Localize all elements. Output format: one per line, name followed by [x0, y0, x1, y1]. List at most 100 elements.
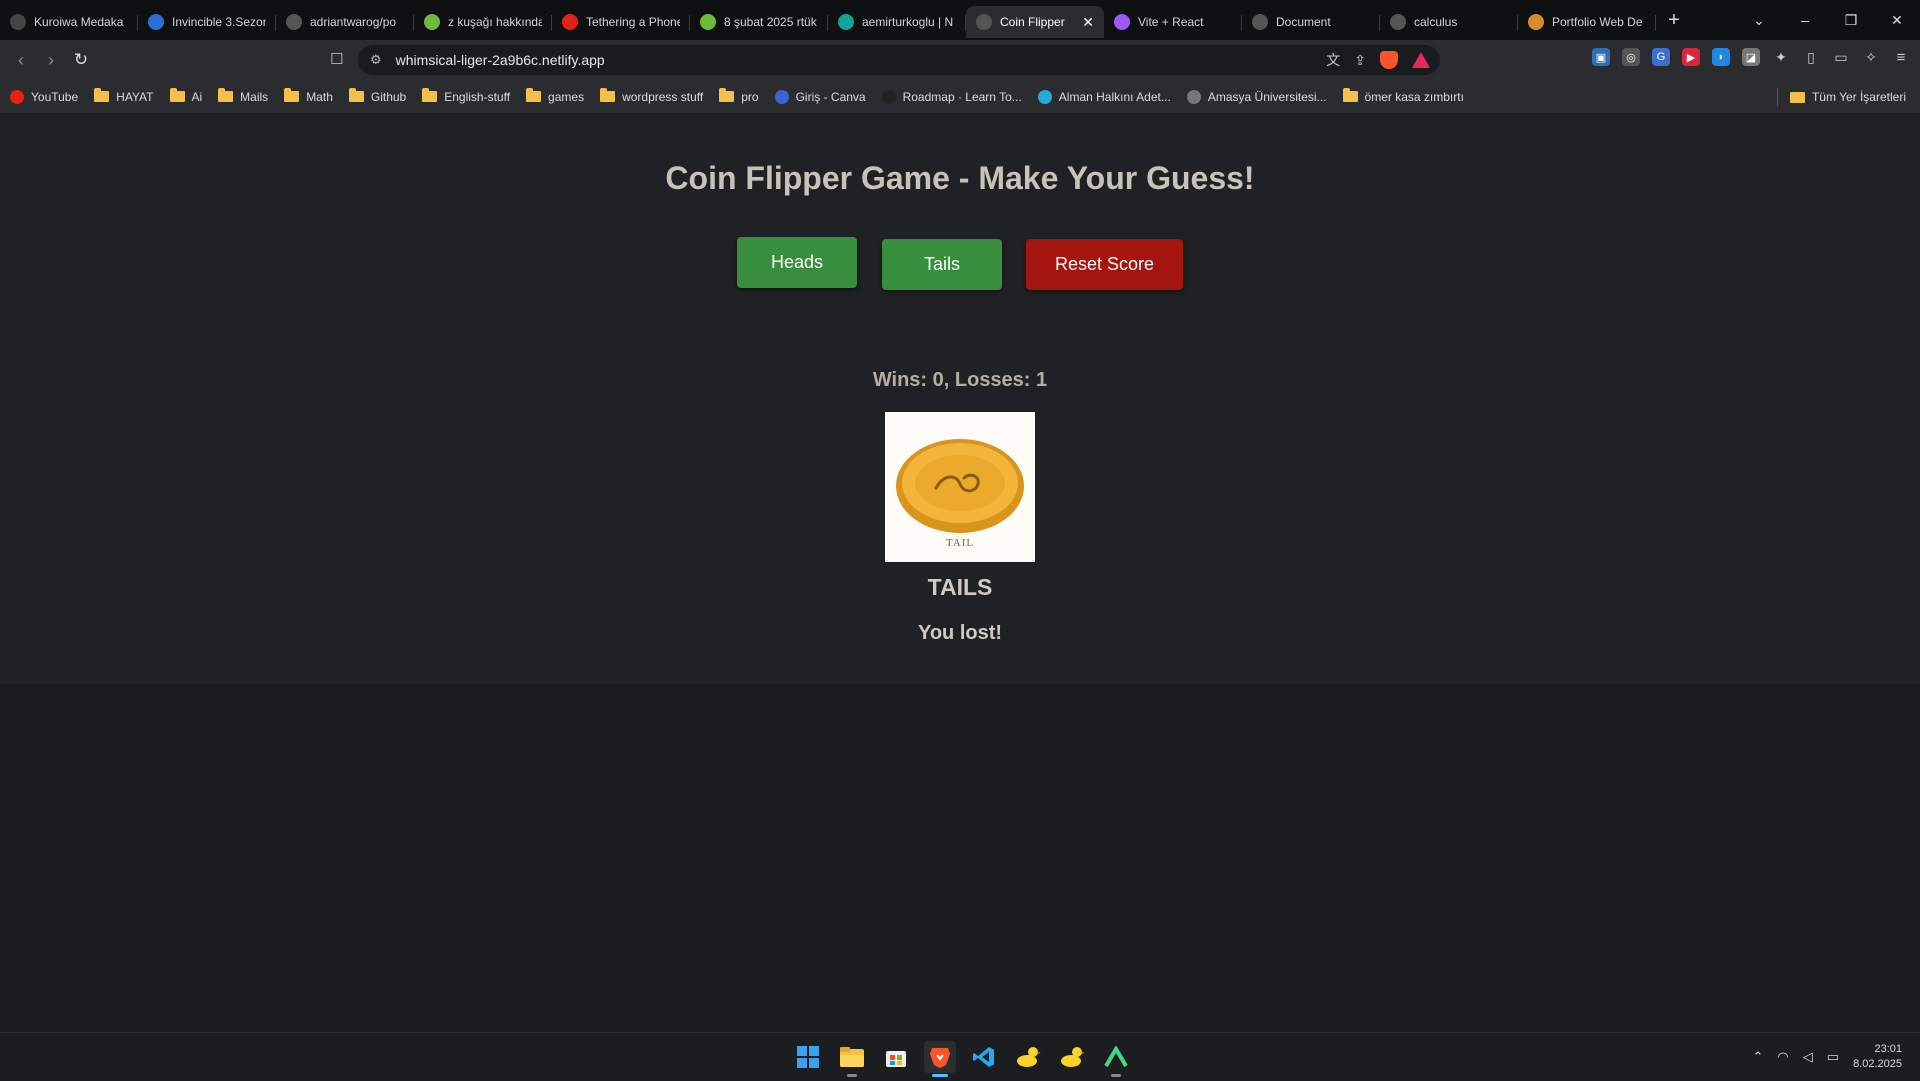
new-tab-button[interactable]: +	[1660, 6, 1688, 34]
wifi-icon[interactable]: ◠	[1777, 1049, 1788, 1065]
duck-app-icon[interactable]	[1012, 1041, 1044, 1073]
close-window-button[interactable]: ✕	[1874, 12, 1920, 29]
brave-shields-icon[interactable]	[1380, 51, 1398, 69]
show-hidden-icons-icon[interactable]: ⌃	[1753, 1049, 1764, 1065]
browser-tab[interactable]: aemirturkoglu | N	[828, 6, 966, 38]
restore-button[interactable]: ❐	[1828, 12, 1874, 29]
tab-label: z kuşağı hakkında	[448, 15, 542, 29]
folder-icon	[600, 88, 616, 102]
share-icon[interactable]: ⇪	[1354, 52, 1366, 69]
browser-tab[interactable]: Vite + React	[1104, 6, 1242, 38]
bookmark-folder[interactable]: Mails	[218, 88, 269, 104]
bookmark-link[interactable]: Giriş - Canva	[774, 89, 866, 104]
bookmark-link[interactable]: Roadmap · Learn To...	[881, 89, 1022, 104]
bookmark-icon[interactable]: ☐	[330, 50, 343, 68]
bookmark-folder[interactable]: Ai	[169, 88, 202, 104]
microsoft-store-icon[interactable]	[880, 1041, 912, 1073]
address-bar[interactable]: ⚙ whimsical-liger-2a9b6c.netlify.app 文 ⇪	[358, 45, 1440, 75]
forward-button[interactable]: ›	[36, 50, 66, 71]
bookmark-folder[interactable]: ömer kasa zımbırtı	[1342, 88, 1464, 104]
close-tab-icon[interactable]: ✕	[1082, 14, 1094, 31]
video-extension-icon[interactable]: ▶	[1682, 48, 1700, 66]
bookmark-label: Amasya Üniversitesi...	[1207, 89, 1327, 104]
window-controls: ⌄ – ❐ ✕	[1736, 0, 1920, 40]
browser-tab[interactable]: adriantwarog/po	[276, 6, 414, 38]
extensions-row: ▣ ◎ G ▶ ◗ ◪ ✦ ▯ ▭ ✧ ≡	[1592, 48, 1910, 66]
browser-tab[interactable]: Document	[1242, 6, 1380, 38]
brave-browser-icon[interactable]	[924, 1041, 956, 1077]
vscode-icon[interactable]	[968, 1041, 1000, 1073]
tab-label: Vite + React	[1138, 15, 1204, 29]
extension-icon[interactable]: ▣	[1592, 48, 1610, 66]
browser-tab[interactable]: z kuşağı hakkında	[414, 6, 552, 38]
tab-label: aemirturkoglu | N	[862, 15, 954, 29]
tab-favicon-icon	[562, 14, 578, 30]
browser-tab[interactable]: Invincible 3.Sezon	[138, 6, 276, 38]
bookmark-link[interactable]: Amasya Üniversitesi...	[1186, 89, 1327, 104]
sidebar-icon[interactable]: ▯	[1802, 48, 1820, 66]
back-button[interactable]: ‹	[6, 50, 36, 71]
site-info-icon[interactable]: ⚙	[370, 52, 382, 68]
folder-icon	[719, 88, 735, 102]
bookmark-folder[interactable]: English-stuff	[422, 88, 510, 104]
clock[interactable]: 23:01 8.02.2025	[1853, 1042, 1902, 1072]
menu-icon[interactable]: ≡	[1892, 48, 1910, 66]
start-menu-icon[interactable]	[792, 1041, 824, 1073]
tails-button[interactable]: Tails	[882, 239, 1002, 290]
heads-button[interactable]: Heads	[737, 237, 857, 288]
drop-icon	[1037, 89, 1052, 104]
tab-label: adriantwarog/po	[310, 15, 397, 29]
translate-icon[interactable]: 文	[1326, 50, 1340, 70]
coin-icon	[896, 439, 1024, 533]
bookmark-folder[interactable]: Github	[348, 88, 406, 104]
extension-icon[interactable]: ◎	[1622, 48, 1640, 66]
all-bookmarks-folder[interactable]: Tüm Yer İşaretleri	[1789, 80, 1906, 114]
taskbar-apps	[792, 1041, 1132, 1077]
browser-tab[interactable]: Tethering a Phone	[552, 6, 690, 38]
bookmark-label: Giriş - Canva	[795, 89, 866, 104]
battery-icon[interactable]: ▭	[1827, 1049, 1839, 1065]
folder-icon	[218, 88, 234, 102]
folder-icon	[284, 88, 300, 102]
browser-tab[interactable]: 8 şubat 2025 rtük	[690, 6, 828, 38]
bookmark-label: wordpress stuff	[622, 89, 704, 104]
brave-rewards-icon[interactable]	[1412, 52, 1430, 68]
wallet-icon[interactable]: ▭	[1832, 48, 1850, 66]
browser-tab[interactable]: Portfolio Web De	[1518, 6, 1656, 38]
bookmark-folder[interactable]: Math	[284, 88, 333, 104]
browser-tab[interactable]: Coin Flipper ✕	[966, 6, 1104, 38]
browser-tab[interactable]: Kuroiwa Medaka	[0, 6, 138, 38]
tab-search-icon[interactable]: ⌄	[1736, 12, 1782, 29]
leo-ai-icon[interactable]: ✧	[1862, 48, 1880, 66]
tab-list: Kuroiwa Medaka Invincible 3.Sezon adriantw…	[0, 2, 1656, 38]
bookmark-link[interactable]: Alman Halkını Adet...	[1037, 89, 1171, 104]
extension-icon[interactable]: ◗	[1712, 48, 1730, 66]
bookmark-folder[interactable]: wordpress stuff	[600, 88, 704, 104]
bookmark-label: pro	[741, 89, 759, 104]
android-studio-icon[interactable]	[1100, 1041, 1132, 1077]
bookmark-label: Mails	[240, 89, 269, 104]
bookmark-folder[interactable]: games	[526, 88, 584, 104]
browser-tab[interactable]: calculus	[1380, 6, 1518, 38]
clock-time: 23:01	[1874, 1043, 1902, 1055]
tab-strip: Kuroiwa Medaka Invincible 3.Sezon adriantw…	[0, 0, 1920, 40]
extension-icon[interactable]: ◪	[1742, 48, 1760, 66]
minimize-button[interactable]: –	[1782, 12, 1828, 28]
translate-extension-icon[interactable]: G	[1652, 48, 1670, 66]
result-side: TAILS	[927, 574, 993, 600]
tab-label: Document	[1276, 15, 1331, 29]
bookmark-folder[interactable]: HAYAT	[94, 88, 154, 104]
bookmark-label: Math	[306, 89, 333, 104]
bookmark-folder[interactable]: pro	[719, 88, 759, 104]
system-tray: ⌃ ◠ ◁ ▭ 23:01 8.02.2025	[1753, 1033, 1902, 1081]
reload-button[interactable]: ↻	[66, 50, 96, 70]
extensions-puzzle-icon[interactable]: ✦	[1772, 48, 1790, 66]
tab-favicon-icon	[286, 14, 302, 30]
file-explorer-icon[interactable]	[836, 1041, 868, 1077]
reset-score-button[interactable]: Reset Score	[1026, 239, 1183, 290]
bookmark-link[interactable]: YouTube	[10, 89, 78, 104]
volume-icon[interactable]: ◁	[1803, 1049, 1813, 1065]
address-bar-actions: 文 ⇪	[1326, 45, 1430, 75]
tab-favicon-icon	[148, 14, 164, 30]
duck-app-icon-2[interactable]	[1056, 1041, 1088, 1073]
